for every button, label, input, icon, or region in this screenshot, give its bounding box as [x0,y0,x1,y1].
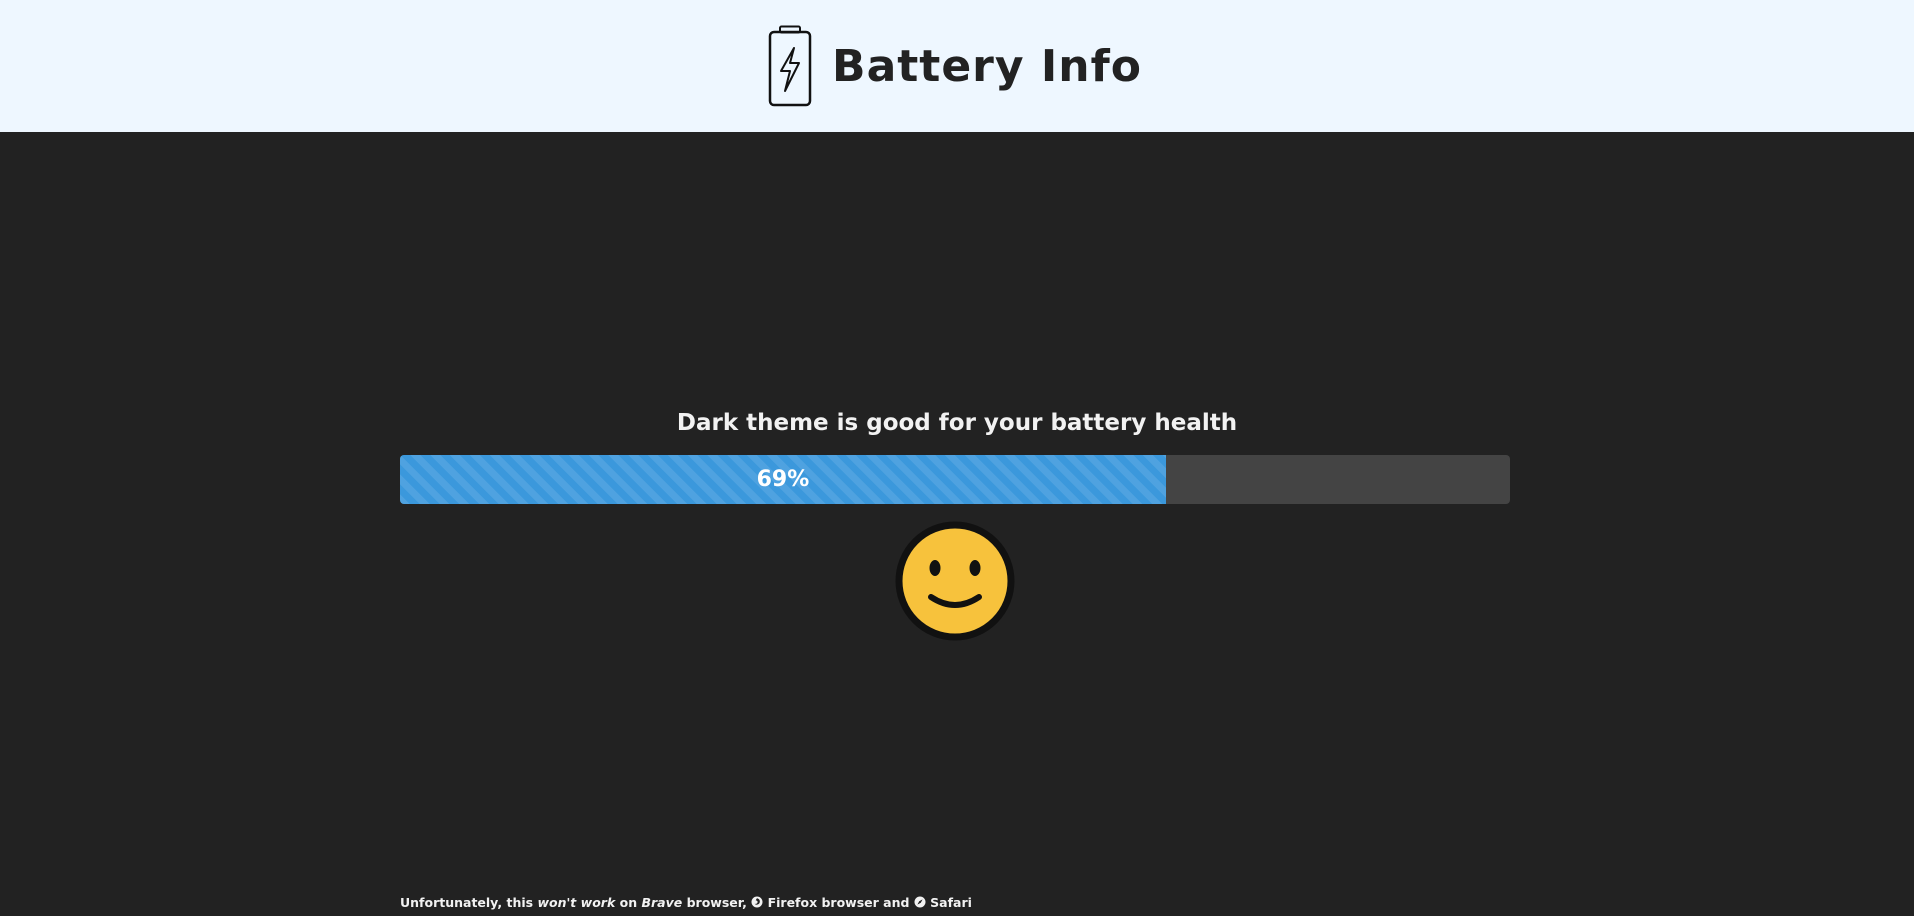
firefox-icon [751,896,763,908]
note-on: on [619,895,638,910]
app-header: Battery Info [0,0,1914,132]
browser-compat-note: Unfortunately, this won't work on Brave … [400,895,972,910]
note-prefix: Unfortunately, this [400,895,534,910]
battery-tip: Dark theme is good for your battery heal… [676,410,1238,436]
app-title: Battery Info [832,40,1142,92]
note-brave: Brave [641,895,683,910]
note-work: work [580,895,616,910]
safari-icon [914,896,926,908]
main-content: Dark theme is good for your battery heal… [0,132,1914,916]
header-brand: Battery Info [768,25,1142,107]
battery-progress-fill: 69% [400,455,1166,504]
note-wont: won't [537,895,577,910]
note-safari: Safari [930,895,972,910]
slightly-smiling-face-icon [895,521,1015,641]
note-firefox: Firefox browser and [767,895,910,910]
battery-progress-bar: 69% [400,455,1510,504]
note-browser: browser, [686,895,747,910]
battery-charging-icon [768,25,812,107]
battery-level-label: 69% [756,467,810,492]
